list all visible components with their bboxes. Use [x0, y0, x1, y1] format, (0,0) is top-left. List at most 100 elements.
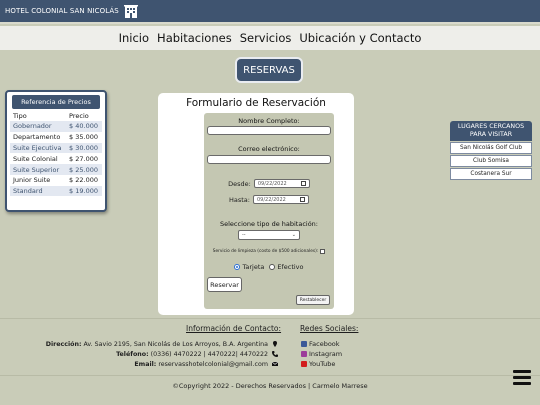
brand-name[interactable]: HOTEL COLONIAL SAN NICOLÁS: [5, 7, 119, 15]
footer-divider-bottom: [0, 375, 540, 376]
top-bar: HOTEL COLONIAL SAN NICOLÁS: [0, 0, 540, 24]
contact-title: Información de Contacto:: [186, 324, 282, 333]
cleaning-checkbox[interactable]: [320, 249, 326, 254]
instagram-label: Instagram: [309, 349, 343, 358]
hasta-row: Hasta: 09/22/2022: [204, 195, 334, 204]
room-type: Suite Colonial: [13, 154, 58, 163]
table-row: Departamento $ 35.000: [10, 132, 102, 143]
social-links: Facebook Instagram YouTube: [301, 340, 342, 369]
room-price: $ 30.000: [66, 142, 102, 154]
reservation-form-card: Formulario de Reservación Nombre Complet…: [158, 93, 354, 315]
hasta-label: Hasta:: [229, 195, 250, 204]
address-label: Dirección:: [45, 341, 82, 348]
phone-line: Teléfono: (0336) 4470222 | 4470222| 4470…: [46, 350, 278, 360]
room-type: Suite Ejecutiva: [10, 142, 67, 154]
radio-tarjeta[interactable]: [234, 264, 241, 270]
room-type-label: Seleccione tipo de habitación:: [220, 220, 318, 228]
facebook-label: Facebook: [309, 340, 340, 348]
room-type-selected: --: [242, 232, 246, 238]
desde-label: Desde:: [228, 179, 251, 188]
calendar-icon[interactable]: [299, 197, 305, 202]
reservation-form: Nombre Completo: Correo electrónico: Des…: [204, 113, 334, 309]
room-type: Gobernador: [10, 121, 67, 132]
room-type: Standard: [10, 185, 67, 197]
email-footer-label: Email:: [134, 360, 157, 368]
payment-row: Tarjeta Efectivo: [204, 263, 334, 271]
room-price: $ 35.000: [69, 133, 98, 142]
hamburger-menu-icon[interactable]: [513, 370, 531, 386]
address-line: Dirección: Av. Savio 2195, San Nicolás d…: [46, 340, 278, 350]
reservar-button[interactable]: Reservar: [207, 277, 242, 292]
radio-efectivo-label: Efectivo: [277, 263, 304, 271]
room-price: $ 19.000: [66, 185, 102, 197]
room-type: Junior Suite: [13, 176, 51, 185]
instagram-icon: [301, 350, 307, 357]
name-label: Nombre Completo:: [238, 117, 300, 125]
facebook-link[interactable]: Facebook: [301, 340, 342, 350]
room-price: $ 27.000: [69, 154, 98, 163]
price-col-precio: Precio: [69, 112, 89, 120]
phone-label: Teléfono:: [116, 350, 149, 358]
nearby-item[interactable]: San Nicolás Golf Club: [450, 142, 532, 154]
room-price: $ 40.000: [66, 121, 102, 132]
map-pin-icon: [273, 341, 277, 347]
main-nav: Inicio Habitaciones Servicios Ubicación …: [0, 26, 540, 50]
hasta-date-input[interactable]: 09/22/2022: [252, 195, 309, 204]
desde-date-input[interactable]: 09/22/2022: [253, 179, 310, 188]
table-row: Gobernador $ 40.000: [10, 121, 102, 132]
price-table: Tipo Precio Gobernador $ 40.000 Departame…: [10, 111, 102, 197]
table-row: Suite Ejecutiva $ 30.000: [10, 142, 102, 154]
email-line: Email: reservasshotelcolonial@gmail.com: [46, 360, 278, 370]
name-input[interactable]: [207, 126, 331, 135]
restablecer-button[interactable]: Restablecer: [296, 295, 330, 305]
table-row: Suite Superior $ 25.000: [10, 164, 102, 175]
table-row: Junior Suite $ 22.000: [10, 175, 102, 186]
social-title: Redes Sociales:: [300, 324, 359, 333]
hasta-date-value: 09/22/2022: [256, 196, 286, 203]
youtube-link[interactable]: YouTube: [301, 360, 342, 370]
facebook-icon: [301, 341, 307, 347]
room-type-select[interactable]: -- ⌄: [238, 230, 300, 240]
nav-inicio[interactable]: Inicio: [119, 31, 149, 45]
copyright: ©Copyright 2022 - Derechos Reservados | …: [172, 382, 368, 390]
hotel-building-icon: [123, 5, 138, 18]
desde-date-value: 09/22/2022: [257, 180, 287, 187]
nav-servicios[interactable]: Servicios: [240, 31, 292, 45]
phone-value[interactable]: (0336) 4470222 | 4470222| 4470222: [151, 351, 268, 358]
youtube-icon: [301, 360, 307, 367]
nav-habitaciones[interactable]: Habitaciones: [157, 31, 232, 45]
cleaning-label: Servicio de limpieza (costo de $500 adic…: [212, 249, 319, 254]
chevron-down-icon: ⌄: [291, 232, 296, 238]
price-reference-title: Referencia de Precios: [12, 95, 100, 109]
calendar-icon[interactable]: [300, 181, 306, 186]
footer-divider: [0, 318, 540, 319]
room-type: Suite Superior: [10, 164, 67, 175]
address-value: Av. Savio 2195, San Nicolás de Los Arroy…: [83, 341, 268, 348]
table-row: Standard $ 19.000: [10, 185, 102, 197]
nav-ubicacion-contacto[interactable]: Ubicación y Contacto: [299, 31, 421, 45]
desde-row: Desde: 09/22/2022: [204, 179, 334, 188]
table-row: Suite Colonial $ 27.000: [10, 153, 102, 164]
nearby-item[interactable]: Club Somisa: [450, 155, 532, 167]
email-value[interactable]: reservasshotelcolonial@gmail.com: [158, 361, 268, 368]
room-price: $ 22.000: [69, 176, 98, 185]
contact-info: Dirección: Av. Savio 2195, San Nicolás d…: [46, 340, 278, 369]
price-reference-card: Referencia de Precios Tipo Precio Gobern…: [5, 90, 107, 212]
youtube-label: YouTube: [309, 359, 336, 368]
instagram-link[interactable]: Instagram: [301, 350, 342, 360]
price-col-tipo: Tipo: [13, 112, 27, 120]
envelope-icon: [272, 361, 278, 366]
nearby-item[interactable]: Costanera Sur: [450, 168, 532, 180]
radio-tarjeta-label: Tarjeta: [242, 263, 265, 271]
email-label: Correo electrónico:: [238, 145, 300, 153]
nearby-title: LUGARES CERCANOS PARA VISITAR: [450, 121, 532, 141]
phone-icon: [272, 350, 278, 357]
reservas-button[interactable]: RESERVAS: [237, 59, 301, 81]
form-title: Formulario de Reservación: [186, 97, 326, 109]
room-price: $ 25.000: [66, 164, 102, 175]
room-type: Departamento: [13, 133, 61, 142]
cleaning-row: Servicio de limpieza (costo de $500 adic…: [204, 249, 334, 254]
email-input[interactable]: [207, 155, 331, 164]
nearby-places: LUGARES CERCANOS PARA VISITAR San Nicolá…: [450, 121, 532, 180]
radio-efectivo[interactable]: [269, 264, 276, 270]
